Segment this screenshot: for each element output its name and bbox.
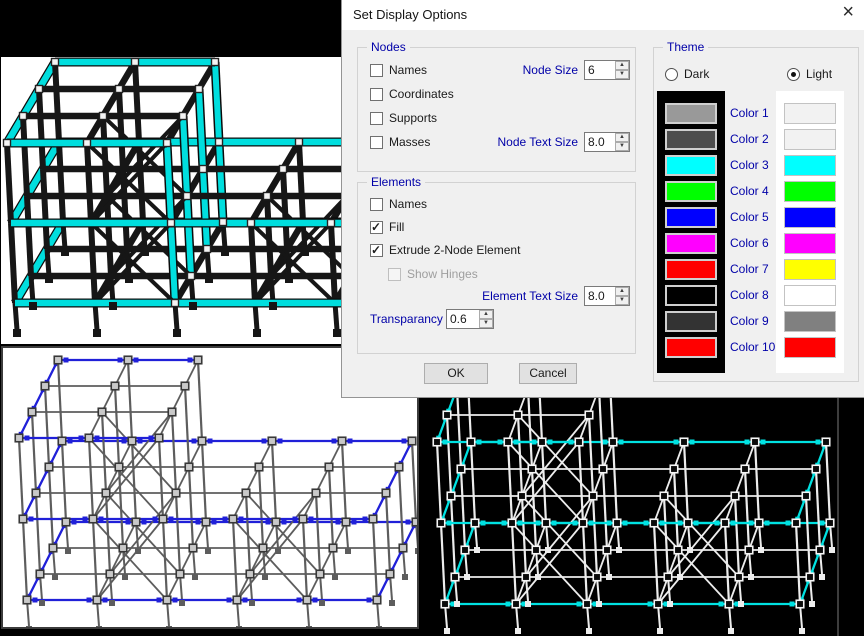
checkbox-box-icon: ✓: [388, 268, 401, 281]
theme-group-label: Theme: [663, 40, 708, 54]
elements-group: Elements ✓ Names ✓ Fill ✓ Extrude 2-Node…: [357, 182, 636, 354]
dialog-titlebar[interactable]: Set Display Options ×: [342, 0, 864, 30]
checkbox-fill[interactable]: ✓ Fill: [370, 219, 404, 235]
dark-swatch-7[interactable]: [665, 259, 717, 280]
checkbox-box-icon: ✓: [370, 198, 383, 211]
checkbox-box-icon: ✓: [370, 88, 383, 101]
extruded-frame-drawing: [1, 57, 341, 344]
transparency-label: Transparancy: [370, 312, 443, 326]
cancel-button[interactable]: Cancel: [519, 363, 577, 384]
dark-theme-swatch-panel: [657, 91, 725, 373]
radio-circle-icon: [787, 68, 800, 81]
light-swatch-5[interactable]: [784, 207, 836, 228]
model-view-extruded[interactable]: [1, 57, 341, 344]
checkbox-box-icon: ✓: [370, 64, 383, 77]
light-swatch-9[interactable]: [784, 311, 836, 332]
ok-button[interactable]: OK: [424, 363, 488, 384]
light-swatch-1[interactable]: [784, 103, 836, 124]
checkbox-box-icon: ✓: [370, 136, 383, 149]
theme-group: Theme Dark Light Color 1Color 2Color 3Co…: [653, 47, 859, 382]
checkbox-show-hinges: ✓ Show Hinges: [388, 266, 478, 282]
spin-up-icon[interactable]: ▲: [615, 133, 629, 142]
dark-swatch-1[interactable]: [665, 103, 717, 124]
model-view-wireframe-dark[interactable]: [421, 398, 864, 636]
application-window: Set Display Options × Nodes ✓ Names ✓ Co…: [0, 0, 864, 636]
dark-swatch-9[interactable]: [665, 311, 717, 332]
light-swatch-10[interactable]: [784, 337, 836, 358]
checkbox-node-masses[interactable]: ✓ Masses: [370, 134, 430, 150]
nodes-group: Nodes ✓ Names ✓ Coordinates ✓ Supports ✓…: [357, 47, 636, 172]
element-text-size-label: Element Text Size: [423, 289, 578, 303]
checkbox-node-names[interactable]: ✓ Names: [370, 62, 427, 78]
dark-swatch-8[interactable]: [665, 285, 717, 306]
elements-group-label: Elements: [367, 175, 425, 189]
checkbox-node-supports[interactable]: ✓ Supports: [370, 110, 437, 126]
checkbox-box-icon: ✓: [370, 112, 383, 125]
radio-circle-icon: [665, 68, 678, 81]
radio-light[interactable]: Light: [787, 66, 832, 82]
close-icon[interactable]: ×: [842, 1, 854, 24]
nodes-group-label: Nodes: [367, 40, 410, 54]
checkbox-extrude-2-node-element[interactable]: ✓ Extrude 2-Node Element: [370, 242, 520, 258]
radio-dark[interactable]: Dark: [665, 66, 709, 82]
wireframe-dark-drawing: [421, 398, 864, 636]
spin-down-icon[interactable]: ▼: [479, 319, 493, 328]
spin-down-icon[interactable]: ▼: [615, 296, 629, 305]
checkbox-node-coordinates[interactable]: ✓ Coordinates: [370, 86, 454, 102]
light-swatch-3[interactable]: [784, 155, 836, 176]
node-text-size-label: Node Text Size: [453, 135, 578, 149]
dark-swatch-4[interactable]: [665, 181, 717, 202]
node-size-label: Node Size: [473, 63, 578, 77]
spin-up-icon[interactable]: ▲: [615, 61, 629, 70]
light-theme-swatch-panel: [776, 91, 844, 373]
light-swatch-4[interactable]: [784, 181, 836, 202]
light-swatch-7[interactable]: [784, 259, 836, 280]
light-swatch-6[interactable]: [784, 233, 836, 254]
dark-swatch-2[interactable]: [665, 129, 717, 150]
checkbox-box-icon: ✓: [370, 221, 383, 234]
transparency-spinner[interactable]: 0.6 ▲▼: [446, 309, 494, 329]
checkbox-box-icon: ✓: [370, 244, 383, 257]
dark-swatch-5[interactable]: [665, 207, 717, 228]
spin-up-icon[interactable]: ▲: [479, 310, 493, 319]
checkbox-element-names[interactable]: ✓ Names: [370, 196, 427, 212]
dialog-title: Set Display Options: [353, 7, 467, 22]
light-swatch-2[interactable]: [784, 129, 836, 150]
dark-swatch-10[interactable]: [665, 337, 717, 358]
node-size-spinner[interactable]: 6 ▲▼: [584, 60, 630, 80]
dark-swatch-6[interactable]: [665, 233, 717, 254]
spin-up-icon[interactable]: ▲: [615, 287, 629, 296]
dark-swatch-3[interactable]: [665, 155, 717, 176]
node-text-size-spinner[interactable]: 8.0 ▲▼: [584, 132, 630, 152]
set-display-options-dialog: Set Display Options × Nodes ✓ Names ✓ Co…: [341, 0, 864, 398]
spin-down-icon[interactable]: ▼: [615, 70, 629, 79]
spin-down-icon[interactable]: ▼: [615, 142, 629, 151]
element-text-size-spinner[interactable]: 8.0 ▲▼: [584, 286, 630, 306]
light-swatch-8[interactable]: [784, 285, 836, 306]
